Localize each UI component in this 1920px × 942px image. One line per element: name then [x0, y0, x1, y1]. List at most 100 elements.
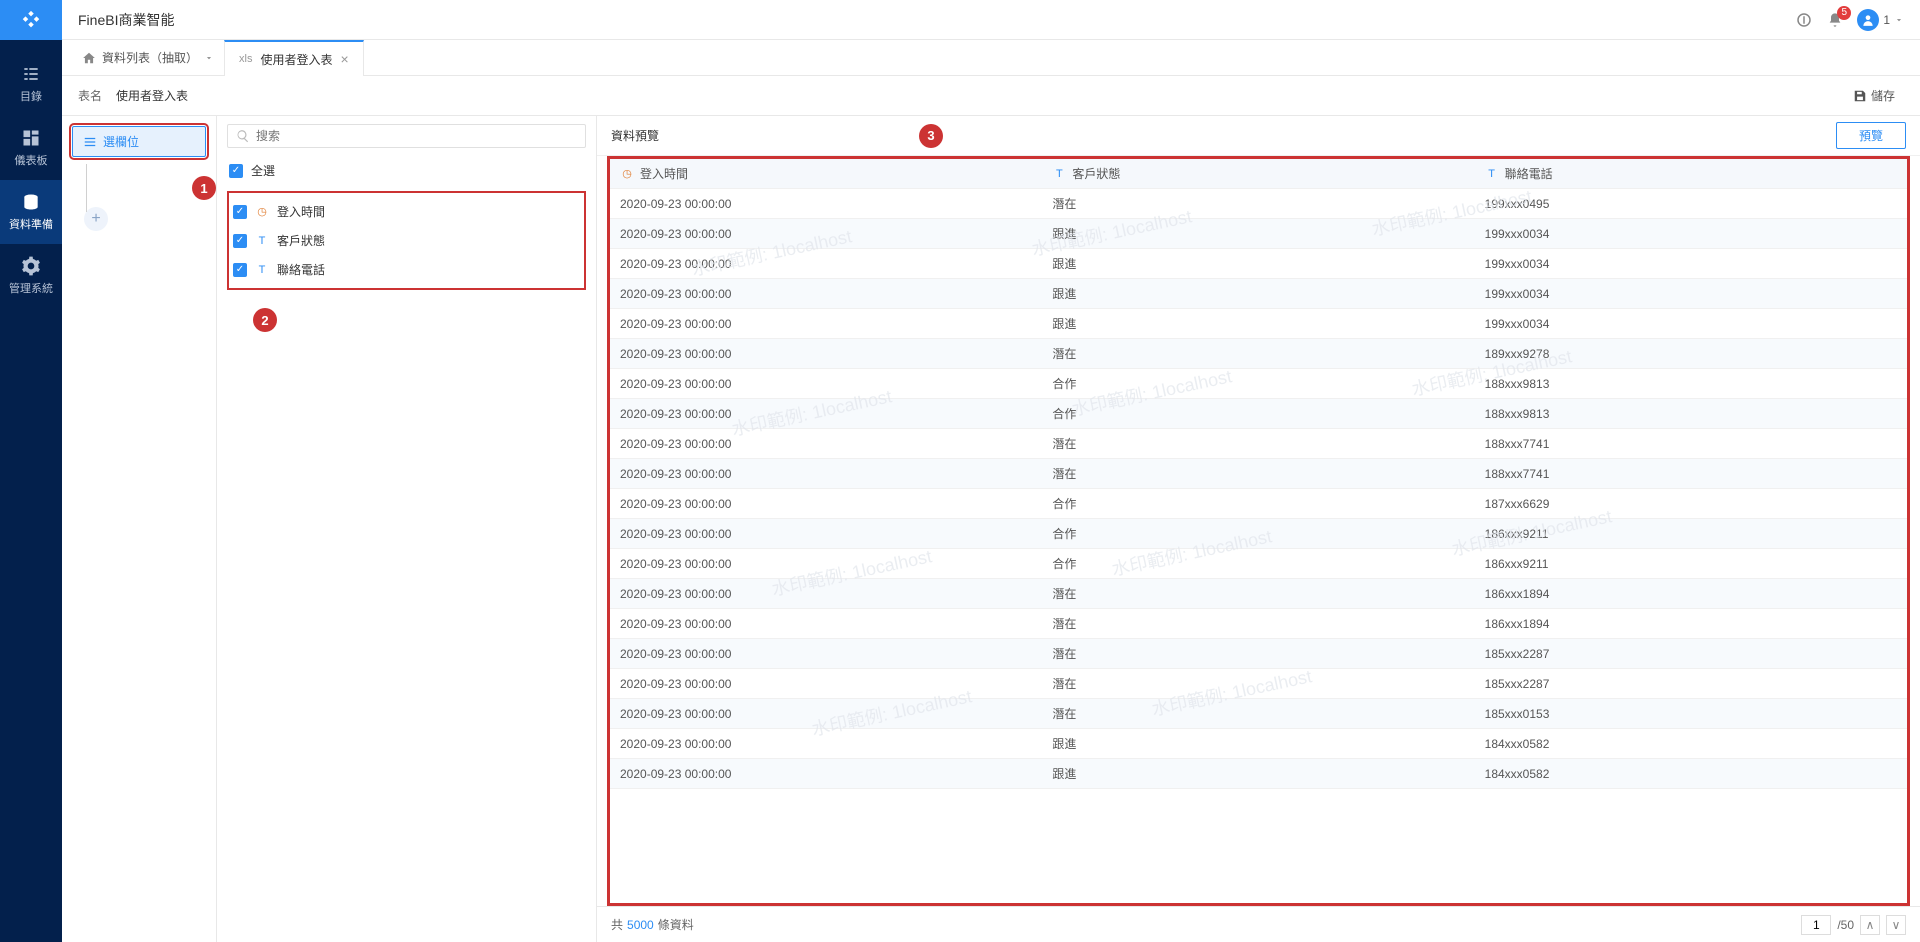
save-button[interactable]: 儲存 [1844, 82, 1904, 109]
table-row[interactable]: 2020-09-23 00:00:00潛在186xxx1894 [610, 609, 1907, 639]
table-cell: 2020-09-23 00:00:00 [610, 579, 1042, 609]
theme-icon[interactable] [1795, 11, 1813, 29]
checkbox-checked-icon: ✓ [229, 164, 243, 178]
table-cell: 2020-09-23 00:00:00 [610, 759, 1042, 789]
table-cell: 2020-09-23 00:00:00 [610, 279, 1042, 309]
rail-item-admin[interactable]: 管理系統 [0, 244, 62, 308]
user-menu[interactable]: 1 [1857, 9, 1904, 31]
text-type-icon: T [1485, 167, 1499, 181]
table-cell: 185xxx0153 [1475, 699, 1907, 729]
table-cell: 潛在 [1042, 639, 1474, 669]
table-row[interactable]: 2020-09-23 00:00:00跟進199xxx0034 [610, 219, 1907, 249]
page-next-button[interactable]: ∨ [1886, 915, 1906, 935]
table-row[interactable]: 2020-09-23 00:00:00跟進199xxx0034 [610, 309, 1907, 339]
table-cell: 185xxx2287 [1475, 639, 1907, 669]
chevron-down-icon [1894, 15, 1904, 25]
text-type-icon: T [255, 234, 269, 248]
table-cell: 2020-09-23 00:00:00 [610, 399, 1042, 429]
tab-active[interactable]: xls 使用者登入表 × [224, 40, 364, 76]
text-type-icon: T [255, 263, 269, 277]
field-search[interactable] [227, 124, 586, 148]
table-cell: 潛在 [1042, 609, 1474, 639]
step-tree: 選欄位 + 1 [62, 116, 217, 942]
table-cell: 184xxx0582 [1475, 759, 1907, 789]
table-cell: 2020-09-23 00:00:00 [610, 489, 1042, 519]
table-row[interactable]: 2020-09-23 00:00:00潛在199xxx0495 [610, 189, 1907, 219]
column-header[interactable]: ◷登入時間 [610, 159, 1042, 189]
table-cell: 2020-09-23 00:00:00 [610, 609, 1042, 639]
preview-table-wrap[interactable]: 水印範例: 1localhost水印範例: 1localhost水印範例: 1l… [607, 156, 1910, 906]
table-cell: 2020-09-23 00:00:00 [610, 669, 1042, 699]
table-cell: 185xxx2287 [1475, 669, 1907, 699]
field-list: ✓◷登入時間✓T客戶狀態✓T聯絡電話 [227, 191, 586, 290]
page-prev-button[interactable]: ∧ [1860, 915, 1880, 935]
column-header[interactable]: T 聯絡電話 [1475, 159, 1907, 189]
fields-panel: ✓ 全選 ✓◷登入時間✓T客戶狀態✓T聯絡電話 2 [217, 116, 597, 942]
text-type-icon: T [1052, 167, 1066, 181]
table-row[interactable]: 2020-09-23 00:00:00潛在185xxx2287 [610, 669, 1907, 699]
breadcrumb-home[interactable]: 資料列表（抽取） [72, 49, 224, 66]
table-cell: 2020-09-23 00:00:00 [610, 429, 1042, 459]
page-input[interactable] [1801, 915, 1831, 935]
select-all-row[interactable]: ✓ 全選 [227, 156, 586, 185]
table-cell: 跟進 [1042, 219, 1474, 249]
logo[interactable] [0, 0, 62, 40]
callout-1: 1 [192, 176, 216, 200]
table-cell: 186xxx9211 [1475, 549, 1907, 579]
table-row[interactable]: 2020-09-23 00:00:00潛在185xxx2287 [610, 639, 1907, 669]
field-row[interactable]: ✓◷登入時間 [231, 197, 582, 226]
table-cell: 跟進 [1042, 249, 1474, 279]
column-label: 客戶狀態 [1072, 165, 1120, 182]
table-cell: 合作 [1042, 399, 1474, 429]
field-row[interactable]: ✓T聯絡電話 [231, 255, 582, 284]
tree-connector [86, 164, 87, 212]
preview-footer: 共 5000 條資料 /50 ∧ ∨ [597, 906, 1920, 942]
add-step-button[interactable]: + [84, 207, 108, 231]
column-label: 聯絡電話 [1505, 165, 1553, 182]
table-cell: 2020-09-23 00:00:00 [610, 189, 1042, 219]
column-header[interactable]: T 客戶狀態 [1042, 159, 1474, 189]
table-row[interactable]: 2020-09-23 00:00:00潛在188xxx7741 [610, 429, 1907, 459]
table-cell: 186xxx1894 [1475, 579, 1907, 609]
table-cell: 2020-09-23 00:00:00 [610, 369, 1042, 399]
field-search-input[interactable] [256, 129, 577, 143]
table-row[interactable]: 2020-09-23 00:00:00潛在189xxx9278 [610, 339, 1907, 369]
table-row[interactable]: 2020-09-23 00:00:00合作187xxx6629 [610, 489, 1907, 519]
rail-item-data-prep[interactable]: 資料準備 [0, 180, 62, 244]
table-cell: 潛在 [1042, 189, 1474, 219]
product-title: FineBI商業智能 [78, 10, 174, 30]
tab-type-label: xls [239, 53, 252, 65]
table-row[interactable]: 2020-09-23 00:00:00跟進184xxx0582 [610, 759, 1907, 789]
table-row[interactable]: 2020-09-23 00:00:00潛在188xxx7741 [610, 459, 1907, 489]
table-cell: 潛在 [1042, 339, 1474, 369]
table-cell: 199xxx0495 [1475, 189, 1907, 219]
left-rail: 目錄 儀表板 資料準備 管理系統 [0, 40, 62, 942]
table-cell: 合作 [1042, 369, 1474, 399]
notification-icon[interactable]: 5 [1827, 12, 1843, 28]
pager: /50 ∧ ∨ [1801, 915, 1906, 935]
table-row[interactable]: 2020-09-23 00:00:00跟進199xxx0034 [610, 279, 1907, 309]
table-row[interactable]: 2020-09-23 00:00:00合作186xxx9211 [610, 519, 1907, 549]
user-label: 1 [1883, 13, 1890, 27]
fields-icon [83, 135, 97, 149]
rail-item-dashboard[interactable]: 儀表板 [0, 116, 62, 180]
table-cell: 2020-09-23 00:00:00 [610, 549, 1042, 579]
table-row[interactable]: 2020-09-23 00:00:00跟進199xxx0034 [610, 249, 1907, 279]
table-row[interactable]: 2020-09-23 00:00:00合作186xxx9211 [610, 549, 1907, 579]
table-cell: 188xxx7741 [1475, 459, 1907, 489]
select-fields-button[interactable]: 選欄位 [72, 126, 206, 157]
close-icon[interactable]: × [340, 51, 348, 67]
table-row[interactable]: 2020-09-23 00:00:00合作188xxx9813 [610, 399, 1907, 429]
field-row[interactable]: ✓T客戶狀態 [231, 226, 582, 255]
breadcrumb-row: 資料列表（抽取） xls 使用者登入表 × [62, 40, 1920, 76]
table-row[interactable]: 2020-09-23 00:00:00合作188xxx9813 [610, 369, 1907, 399]
callout-2: 2 [253, 308, 277, 332]
table-cell: 199xxx0034 [1475, 279, 1907, 309]
table-row[interactable]: 2020-09-23 00:00:00潛在185xxx0153 [610, 699, 1907, 729]
table-row[interactable]: 2020-09-23 00:00:00跟進184xxx0582 [610, 729, 1907, 759]
rail-item-catalog[interactable]: 目錄 [0, 52, 62, 116]
home-icon [82, 51, 96, 65]
preview-button[interactable]: 預覽 [1836, 122, 1906, 149]
table-row[interactable]: 2020-09-23 00:00:00潛在186xxx1894 [610, 579, 1907, 609]
table-cell: 188xxx9813 [1475, 399, 1907, 429]
